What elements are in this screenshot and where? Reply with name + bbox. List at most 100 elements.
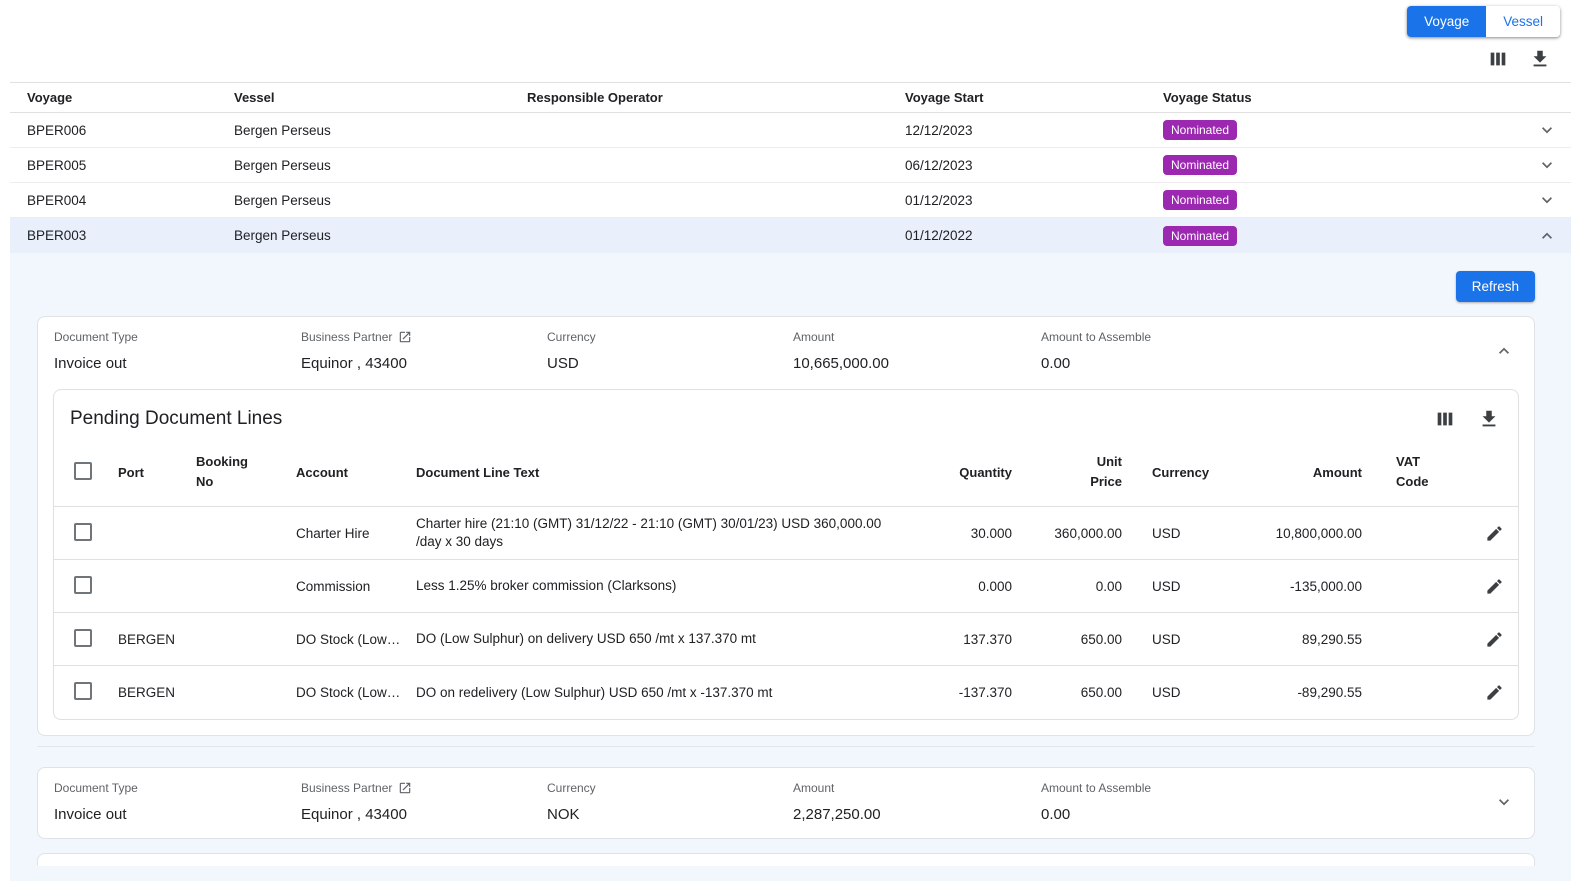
currency-value: NOK	[547, 806, 793, 823]
open-in-new-icon[interactable]	[398, 330, 412, 344]
chevron-down-icon	[1537, 155, 1557, 175]
document-line-row: BERGEN DO Stock (Low… DO (Low Sulphur) o…	[54, 613, 1518, 666]
voyage-row-bper004[interactable]: BPER004 Bergen Perseus 01/12/2023 Nomina…	[10, 183, 1571, 218]
currency-label: Currency	[547, 330, 793, 344]
vessel-cell: Bergen Perseus	[234, 158, 527, 173]
document-line-text-cell: DO (Low Sulphur) on delivery USD 650 /mt…	[416, 630, 912, 648]
column-header-amount: Amount	[1212, 465, 1362, 480]
collapse-row-button[interactable]	[1533, 222, 1561, 250]
voyages-table-header: Voyage Vessel Responsible Operator Voyag…	[10, 83, 1571, 113]
port-cell: BERGEN	[118, 685, 196, 700]
column-header-vessel: Vessel	[234, 90, 527, 105]
document-type-value: Invoice out	[54, 806, 301, 823]
column-settings-button[interactable]	[1485, 46, 1511, 72]
unit-price-cell: 360,000.00	[1012, 526, 1122, 541]
column-header-booking-no: Booking No	[196, 452, 252, 492]
voyage-row-bper003-expanded[interactable]: BPER003 Bergen Perseus 01/12/2022 Nomina…	[10, 218, 1571, 253]
view-column-icon	[1434, 408, 1456, 430]
document-type-label: Document Type	[54, 781, 301, 795]
voyage-cell: BPER004	[27, 193, 234, 208]
download-button[interactable]	[1527, 46, 1553, 72]
lines-column-settings-button[interactable]	[1432, 406, 1458, 432]
business-partner-label: Business Partner	[301, 330, 392, 344]
unit-price-cell: 650.00	[1012, 632, 1122, 647]
quantity-cell: -137.370	[912, 685, 1012, 700]
status-badge: Nominated	[1163, 190, 1237, 210]
amount-value: 2,287,250.00	[793, 806, 1041, 823]
edit-line-button[interactable]	[1481, 626, 1508, 653]
select-all-checkbox[interactable]	[74, 462, 92, 480]
edit-line-button[interactable]	[1481, 679, 1508, 706]
expand-row-button[interactable]	[1533, 186, 1561, 214]
vessel-toggle-button[interactable]: Vessel	[1486, 6, 1560, 37]
row-checkbox[interactable]	[74, 682, 92, 700]
document-line-text-cell: Less 1.25% broker commission (Clarksons)	[416, 577, 912, 595]
voyage-cell: BPER006	[27, 123, 234, 138]
account-cell: DO Stock (Low…	[296, 685, 416, 700]
voyage-start-cell: 01/12/2022	[905, 228, 1163, 243]
account-cell: Charter Hire	[296, 526, 416, 541]
download-icon	[1478, 408, 1500, 430]
amount-to-assemble-label: Amount to Assemble	[1041, 781, 1482, 795]
voyage-cell: BPER003	[27, 228, 234, 243]
column-header-vat-code: VAT Code	[1396, 452, 1436, 492]
column-header-responsible-operator: Responsible Operator	[527, 90, 905, 105]
column-header-account: Account	[296, 465, 416, 480]
port-cell: BERGEN	[118, 632, 196, 647]
view-column-icon	[1487, 48, 1509, 70]
open-in-new-icon[interactable]	[398, 781, 412, 795]
refresh-button[interactable]: Refresh	[1456, 271, 1535, 302]
account-cell: DO Stock (Low…	[296, 632, 416, 647]
amount-value: 10,665,000.00	[793, 355, 1041, 372]
document-type-value: Invoice out	[54, 355, 301, 372]
currency-cell: USD	[1122, 526, 1212, 541]
edit-pencil-icon	[1485, 630, 1504, 649]
voyage-toggle-button[interactable]: Voyage	[1407, 6, 1486, 37]
vessel-cell: Bergen Perseus	[234, 123, 527, 138]
expand-row-button[interactable]	[1533, 151, 1561, 179]
chevron-up-icon	[1494, 341, 1514, 361]
document-summary[interactable]: Document Type Invoice out Business Partn…	[38, 768, 1534, 838]
expand-document-button[interactable]	[1490, 788, 1518, 816]
amount-label: Amount	[793, 330, 1041, 344]
column-header-voyage-status: Voyage Status	[1163, 90, 1513, 105]
lines-download-button[interactable]	[1476, 406, 1502, 432]
column-header-document-line-text: Document Line Text	[416, 465, 912, 480]
collapse-document-button[interactable]	[1490, 337, 1518, 365]
amount-to-assemble-value: 0.00	[1041, 355, 1482, 372]
edit-pencil-icon	[1485, 577, 1504, 596]
voyages-table-toolbar	[0, 44, 1581, 82]
business-partner-label: Business Partner	[301, 781, 392, 795]
currency-value: USD	[547, 355, 793, 372]
pending-lines-title: Pending Document Lines	[70, 408, 282, 430]
column-header-currency: Currency	[1122, 465, 1212, 480]
row-checkbox[interactable]	[74, 629, 92, 647]
edit-pencil-icon	[1485, 524, 1504, 543]
vessel-cell: Bergen Perseus	[234, 228, 527, 243]
voyage-row-bper005[interactable]: BPER005 Bergen Perseus 06/12/2023 Nomina…	[10, 148, 1571, 183]
amount-cell: -89,290.55	[1212, 685, 1362, 700]
row-checkbox[interactable]	[74, 576, 92, 594]
document-line-text-cell: DO on redelivery (Low Sulphur) USD 650 /…	[416, 684, 912, 702]
document-line-row: Charter Hire Charter hire (21:10 (GMT) 3…	[54, 507, 1518, 560]
expand-row-button[interactable]	[1533, 116, 1561, 144]
amount-to-assemble-label: Amount to Assemble	[1041, 330, 1482, 344]
voyage-detail-area: Refresh Document Type Invoice out Busine…	[10, 253, 1571, 881]
voyage-row-bper006[interactable]: BPER006 Bergen Perseus 12/12/2023 Nomina…	[10, 113, 1571, 148]
amount-cell: -135,000.00	[1212, 579, 1362, 594]
document-summary[interactable]: Document Type Invoice out Business Partn…	[38, 317, 1534, 387]
chevron-down-icon	[1537, 120, 1557, 140]
row-checkbox[interactable]	[74, 523, 92, 541]
account-cell: Commission	[296, 579, 416, 594]
currency-label: Currency	[547, 781, 793, 795]
status-badge: Nominated	[1163, 155, 1237, 175]
quantity-cell: 30.000	[912, 526, 1012, 541]
document-card-usd: Document Type Invoice out Business Partn…	[37, 316, 1535, 736]
edit-line-button[interactable]	[1481, 573, 1508, 600]
voyage-start-cell: 01/12/2023	[905, 193, 1163, 208]
edit-line-button[interactable]	[1481, 520, 1508, 547]
document-card-nok: Document Type Invoice out Business Partn…	[37, 767, 1535, 839]
unit-price-cell: 0.00	[1012, 579, 1122, 594]
business-partner-value: Equinor , 43400	[301, 806, 547, 823]
column-header-quantity: Quantity	[912, 465, 1012, 480]
